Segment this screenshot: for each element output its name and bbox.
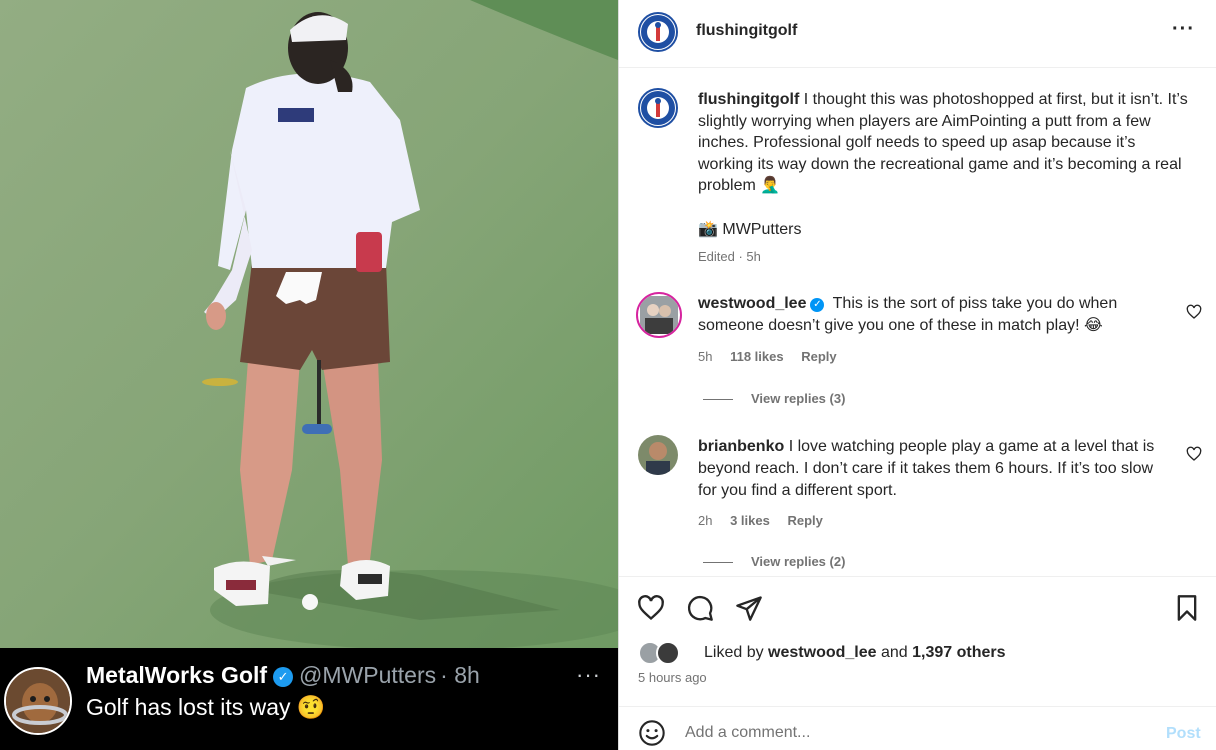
caption-username[interactable]: flushingitgolf bbox=[698, 91, 799, 108]
caption-avatar[interactable] bbox=[638, 88, 678, 128]
tweet-handle: @MWPutters bbox=[299, 662, 437, 688]
divider-line bbox=[703, 399, 733, 401]
post-photo bbox=[0, 0, 618, 648]
likes-prefix: Liked by bbox=[704, 644, 764, 661]
verified-badge-icon: ✓ bbox=[810, 298, 825, 312]
emoji-picker-icon[interactable] bbox=[638, 719, 666, 747]
tweet-avatar bbox=[4, 667, 72, 735]
verified-check-icon: ✓ bbox=[273, 667, 294, 687]
tweet-text-body: Golf has lost its way bbox=[86, 694, 291, 720]
add-comment-bar: Post bbox=[619, 706, 1216, 750]
post-time-ago: 5 hours ago bbox=[638, 670, 707, 685]
comment-brianbenko: brianbenko I love watching people play a… bbox=[698, 436, 1168, 502]
tweet-author: MetalWorks Golf ✓ @MWPutters · 8h bbox=[86, 662, 480, 689]
reply-button[interactable]: Reply bbox=[801, 349, 836, 364]
tweet-text: Golf has lost its way 🤨 bbox=[86, 694, 326, 721]
comment-username[interactable]: westwood_lee bbox=[698, 295, 806, 312]
header-username[interactable]: flushingitgolf bbox=[696, 22, 797, 40]
like-comment-heart-icon[interactable] bbox=[1186, 304, 1202, 320]
caption-text: flushingitgolf I thought this was photos… bbox=[698, 89, 1188, 197]
post-actions: Liked by westwood_lee and 1,397 others 5… bbox=[619, 576, 1216, 706]
caption-emoji: 🤦‍♂️ bbox=[760, 177, 781, 194]
post-panel: flushingitgolf ··· flushingitgolf I thou… bbox=[618, 0, 1216, 750]
tweet-author-name: MetalWorks Golf bbox=[86, 662, 268, 688]
photo-credit: 📸 MWPutters bbox=[698, 219, 802, 239]
liker-avatar bbox=[656, 641, 680, 665]
comment-username[interactable]: brianbenko bbox=[698, 438, 784, 455]
view-replies-button[interactable]: View replies (2) bbox=[703, 554, 845, 569]
edited-label: Edited · 5h bbox=[698, 249, 761, 264]
comment-input[interactable] bbox=[685, 719, 1145, 747]
tweet-age: · 8h bbox=[440, 662, 480, 688]
comment-age: 2h bbox=[698, 513, 713, 528]
likes-others[interactable]: 1,397 others bbox=[912, 644, 1005, 661]
more-options-icon[interactable]: ··· bbox=[1172, 18, 1195, 41]
view-replies-button[interactable]: View replies (3) bbox=[703, 391, 845, 406]
comment-emoji: 😂 bbox=[1084, 317, 1103, 334]
comment-westwood: westwood_lee ✓ This is the sort of piss t… bbox=[698, 293, 1168, 337]
post-comment-button[interactable]: Post bbox=[1166, 725, 1201, 743]
comment-avatar-westwood[interactable] bbox=[636, 292, 682, 338]
view-replies-label: View replies (3) bbox=[751, 391, 846, 406]
likes-and: and bbox=[880, 644, 908, 661]
comment-meta: 2h 3 likes Reply bbox=[698, 513, 837, 528]
comment-likes[interactable]: 3 likes bbox=[730, 513, 770, 528]
share-paper-plane-icon[interactable] bbox=[735, 594, 763, 622]
post-media[interactable]: MetalWorks Golf ✓ @MWPutters · 8h ··· Golf … bbox=[0, 0, 618, 750]
like-heart-icon[interactable] bbox=[637, 594, 665, 622]
credit-name[interactable]: MWPutters bbox=[722, 221, 801, 238]
comment-bubble-icon[interactable] bbox=[686, 594, 714, 622]
likes-text: Liked by westwood_lee and 1,397 others bbox=[704, 644, 1124, 662]
comment-age: 5h bbox=[698, 349, 713, 364]
comment-likes[interactable]: 118 likes bbox=[730, 349, 784, 364]
like-comment-heart-icon[interactable] bbox=[1186, 446, 1202, 462]
tweet-emoji: 🤨 bbox=[296, 694, 326, 720]
post-header: flushingitgolf ··· bbox=[619, 0, 1216, 68]
reply-button[interactable]: Reply bbox=[787, 513, 822, 528]
divider-line bbox=[703, 562, 733, 564]
view-replies-label: View replies (2) bbox=[751, 554, 846, 569]
camera-icon: 📸 bbox=[698, 221, 718, 238]
save-bookmark-icon[interactable] bbox=[1173, 594, 1201, 622]
header-avatar[interactable] bbox=[638, 12, 678, 52]
comments-section[interactable]: flushingitgolf I thought this was photos… bbox=[619, 68, 1216, 576]
comment-meta: 5h 118 likes Reply bbox=[698, 349, 851, 364]
likes-user[interactable]: westwood_lee bbox=[768, 644, 876, 661]
tweet-more-icon: ··· bbox=[576, 662, 601, 687]
comment-avatar-brianbenko[interactable] bbox=[638, 435, 678, 475]
